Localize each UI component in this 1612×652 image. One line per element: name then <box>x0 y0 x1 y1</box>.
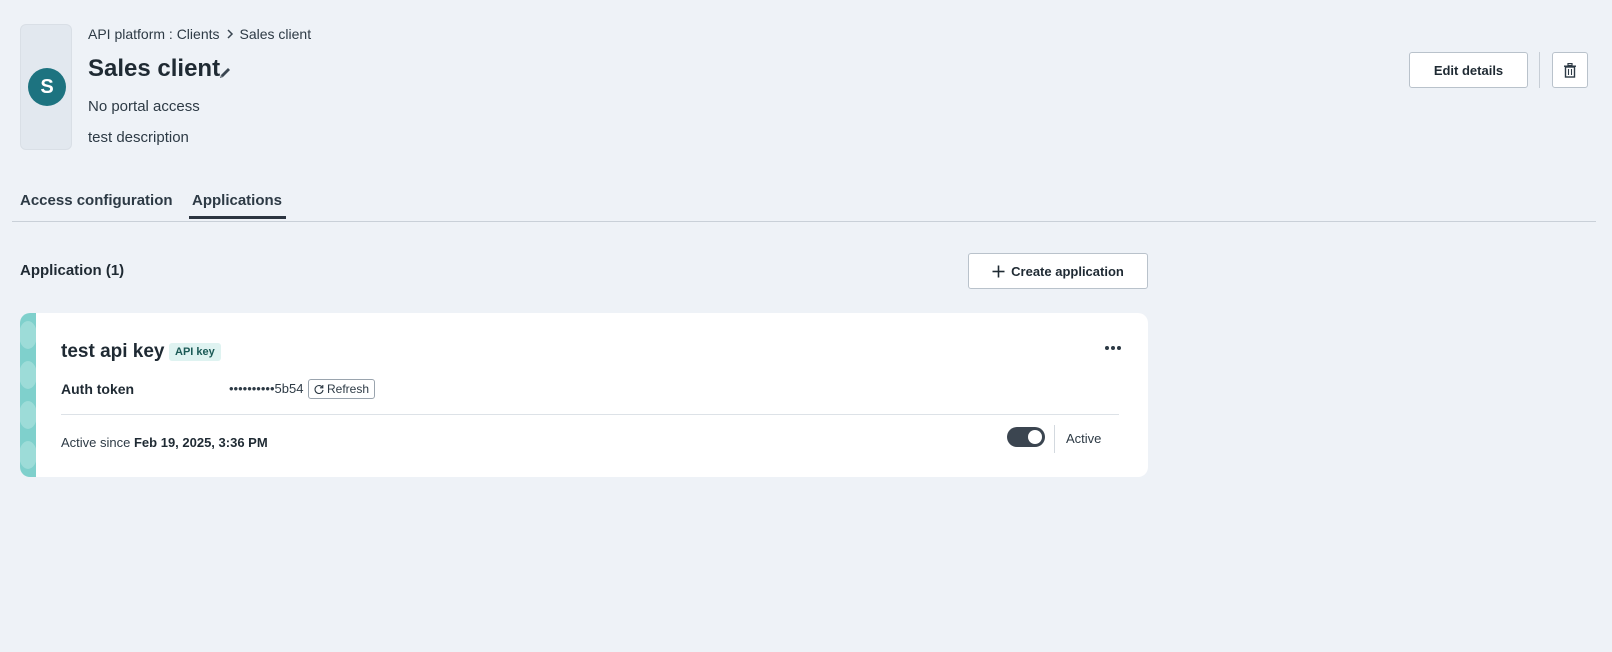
tab-access-configuration[interactable]: Access configuration <box>20 188 173 219</box>
refresh-label: Refresh <box>327 382 370 396</box>
auth-token-label: Auth token <box>61 381 135 397</box>
active-since-prefix: Active since <box>61 435 134 450</box>
refresh-icon <box>314 384 324 394</box>
status-label: Active <box>1066 431 1102 446</box>
plus-icon <box>992 265 1005 277</box>
auth-token-value: ••••••••••5b54 <box>229 381 304 396</box>
active-since-text: Active since Feb 19, 2025, 3:36 PM <box>61 435 268 450</box>
page-title: Sales client <box>88 55 221 82</box>
client-detail-page: S API platform : Clients Sales client Sa… <box>0 0 1612 652</box>
edit-details-button[interactable]: Edit details <box>1409 52 1528 88</box>
client-description: test description <box>88 129 189 146</box>
toggle-knob <box>1028 430 1042 444</box>
toggle-divider <box>1054 425 1055 453</box>
delete-button[interactable] <box>1552 52 1588 88</box>
tabs-divider <box>12 221 1596 222</box>
header-divider <box>1539 52 1540 88</box>
avatar: S <box>28 68 66 106</box>
breadcrumb: API platform : Clients Sales client <box>88 26 311 42</box>
trash-icon <box>1564 62 1576 78</box>
application-name: test api key <box>61 341 165 362</box>
tab-applications[interactable]: Applications <box>188 188 287 219</box>
chevron-right-icon <box>226 29 233 39</box>
card-divider <box>61 414 1119 415</box>
section-title: Application (1) <box>20 262 125 279</box>
more-horizontal-icon[interactable] <box>1104 345 1122 351</box>
application-type-badge: API key <box>169 343 221 361</box>
refresh-token-button[interactable]: Refresh <box>308 379 376 399</box>
breadcrumb-parent-link[interactable]: API platform : Clients <box>88 26 220 42</box>
avatar-panel: S <box>20 24 72 150</box>
breadcrumb-current: Sales client <box>239 26 312 42</box>
active-toggle[interactable] <box>1007 427 1045 447</box>
create-application-button[interactable]: Create application <box>968 253 1148 289</box>
active-since-date: Feb 19, 2025, 3:36 PM <box>133 435 268 450</box>
create-application-label: Create application <box>1011 263 1124 279</box>
application-card: test api key API key Auth token ••••••••… <box>20 313 1148 477</box>
pencil-icon[interactable] <box>218 66 232 80</box>
portal-access-text: No portal access <box>88 98 200 115</box>
card-accent-stripe <box>20 313 36 477</box>
